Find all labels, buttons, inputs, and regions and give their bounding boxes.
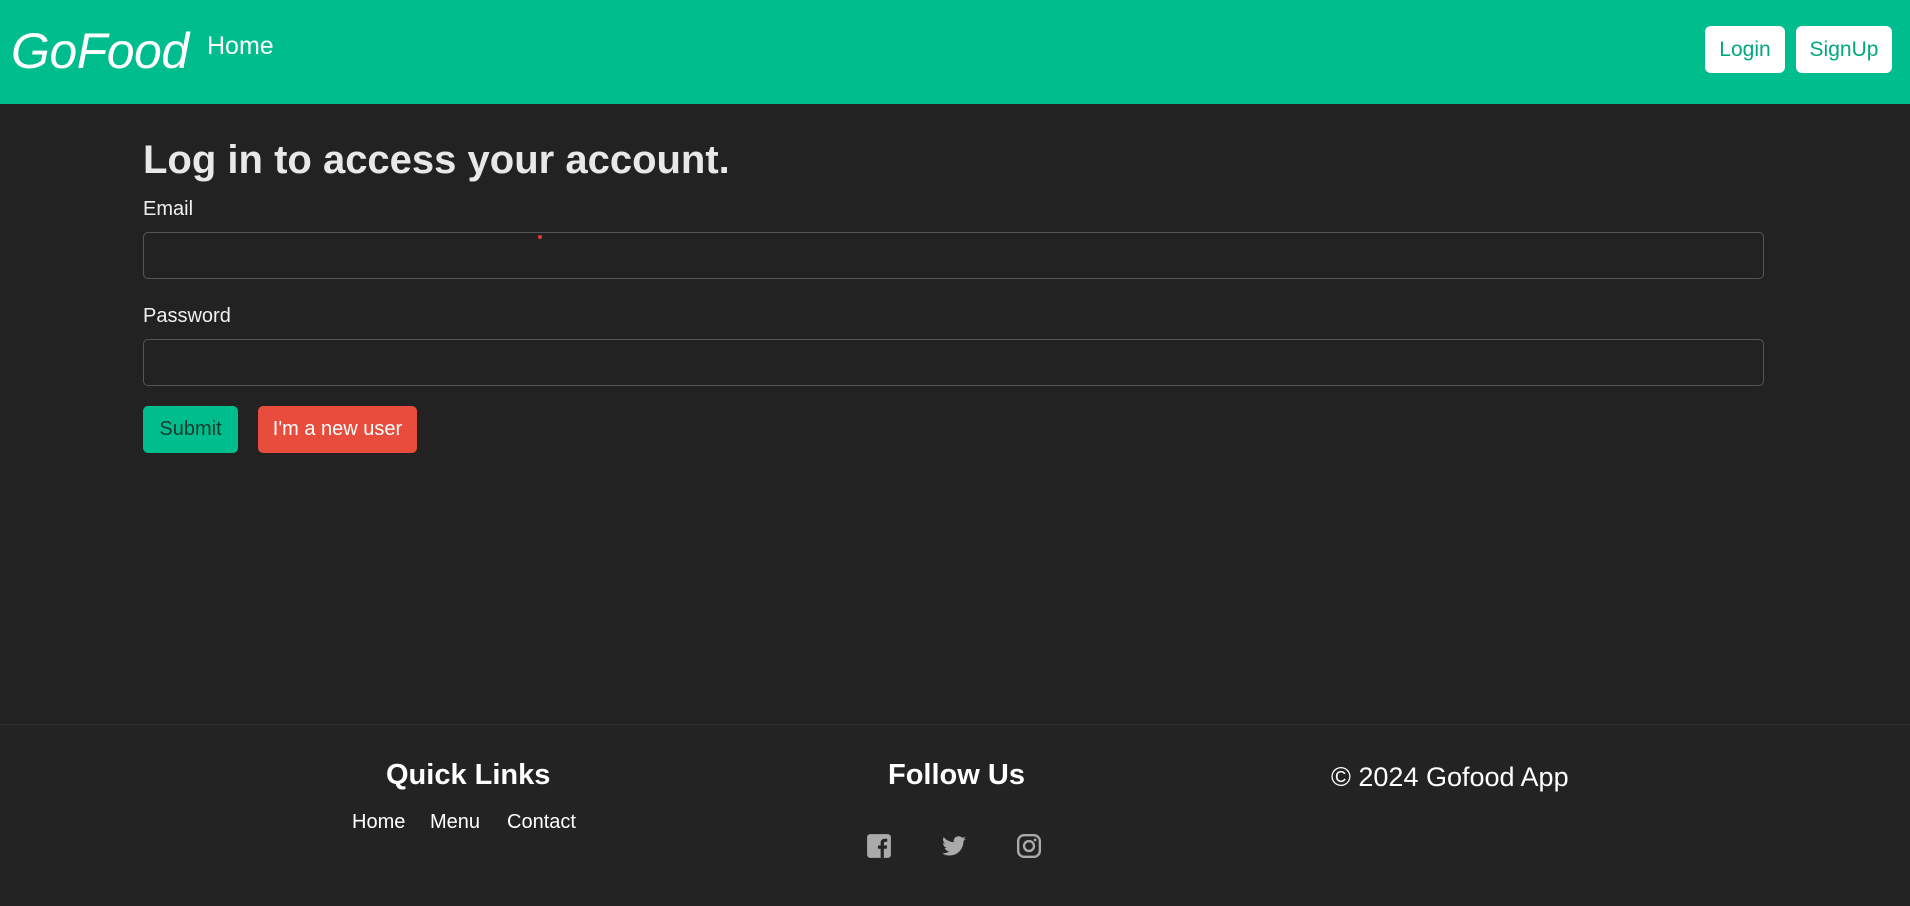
quick-links-heading: Quick Links: [386, 759, 551, 791]
page-title: Log in to access your account.: [143, 138, 730, 182]
top-navbar: GoFood Home Login SignUp: [0, 0, 1910, 104]
cursor-marker: [538, 235, 542, 239]
footer-link-contact[interactable]: Contact: [507, 809, 576, 835]
login-button[interactable]: Login: [1705, 26, 1785, 73]
password-field[interactable]: [143, 339, 1764, 386]
instagram-icon[interactable]: [1016, 833, 1042, 859]
facebook-icon[interactable]: [866, 833, 892, 859]
twitter-icon[interactable]: [941, 833, 967, 859]
footer-link-home[interactable]: Home: [352, 809, 405, 835]
password-label: Password: [143, 305, 231, 327]
footer-link-menu[interactable]: Menu: [430, 809, 480, 835]
email-field[interactable]: [143, 232, 1764, 279]
email-label: Email: [143, 198, 194, 220]
nav-home-link[interactable]: Home: [207, 30, 274, 62]
follow-us-heading: Follow Us: [888, 759, 1025, 791]
page-footer: [0, 724, 1910, 906]
new-user-button[interactable]: I'm a new user: [258, 406, 417, 453]
submit-button[interactable]: Submit: [143, 406, 238, 453]
signup-button[interactable]: SignUp: [1796, 26, 1892, 73]
brand-logo[interactable]: GoFood: [11, 18, 189, 84]
copyright-text: © 2024 Gofood App: [1331, 762, 1569, 792]
